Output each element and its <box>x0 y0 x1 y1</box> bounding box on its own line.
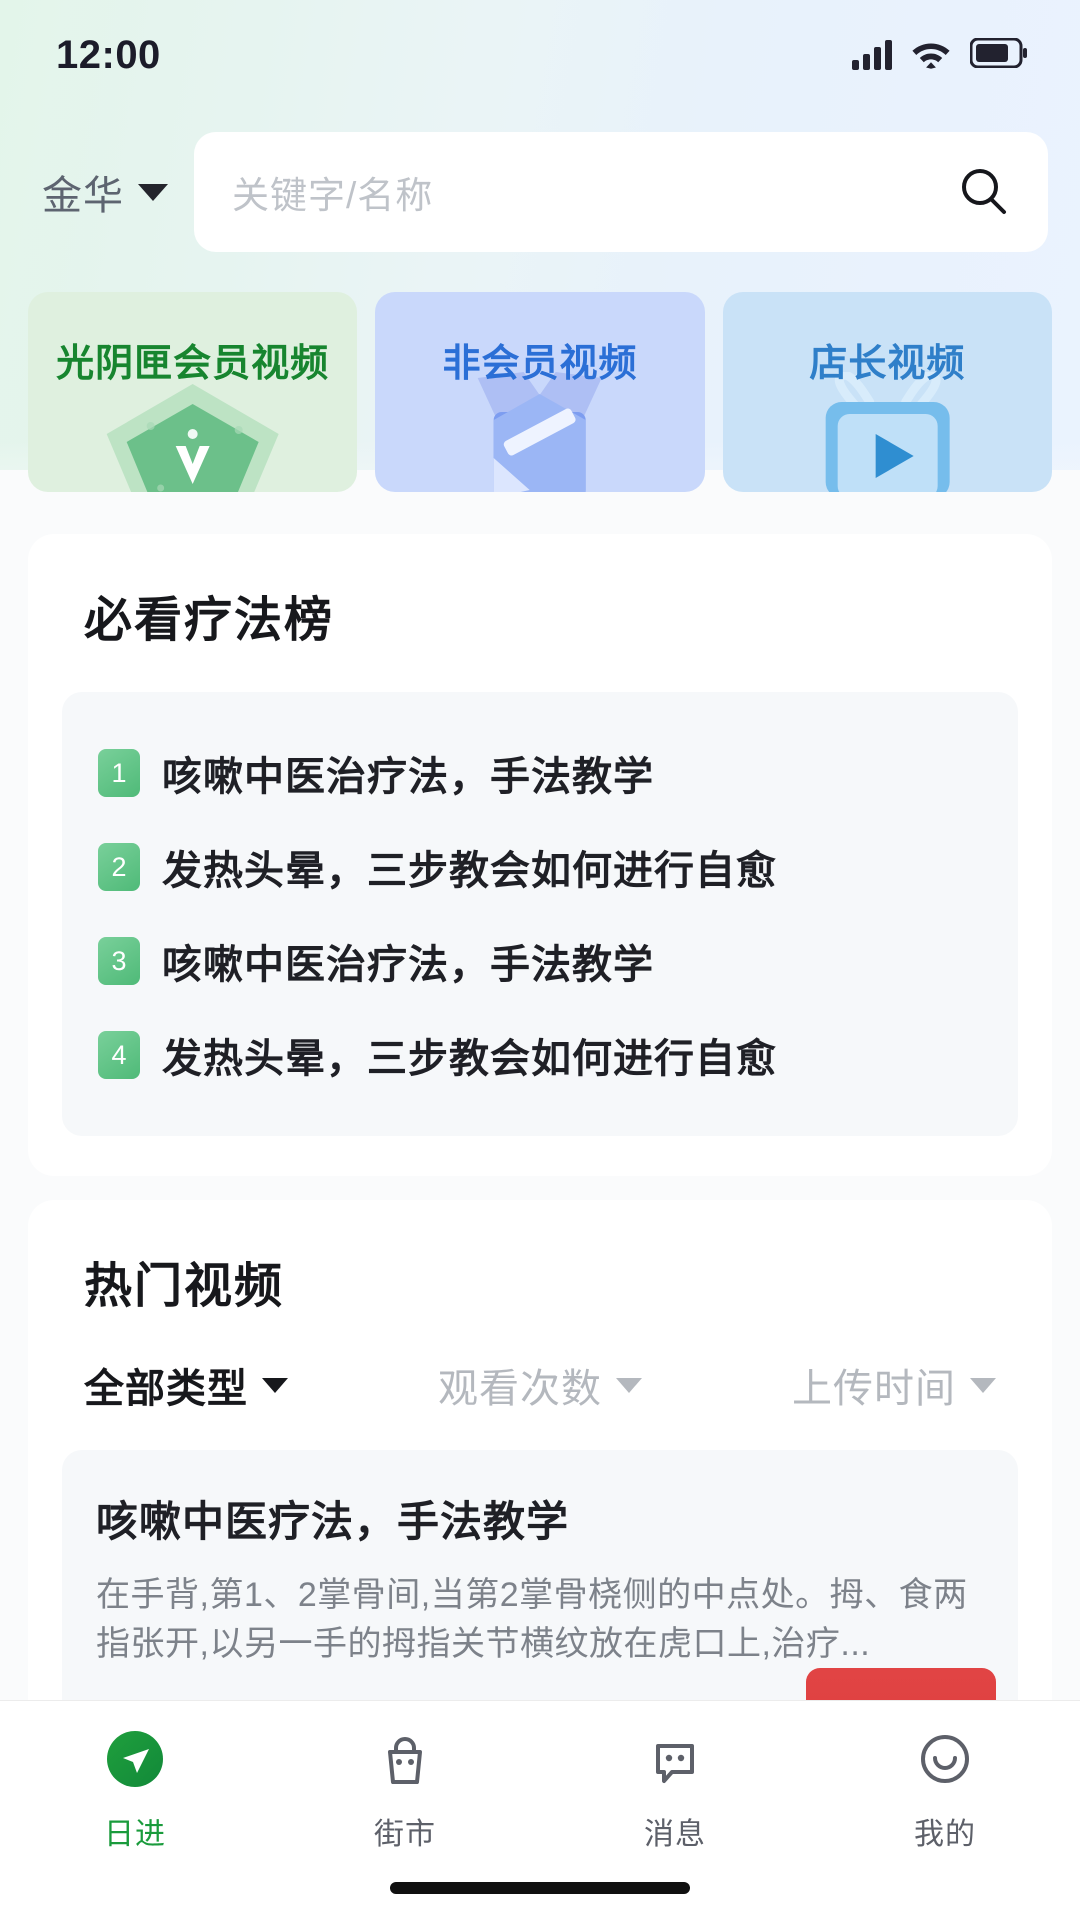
ranking-section-title: 必看疗法榜 <box>84 594 335 647</box>
video-description: 在手背,第1、2掌骨间,当第2掌骨桡侧的中点处。拇、食两指张开,以另一手的拇指关… <box>96 1576 968 1664</box>
ranking-list: 1 咳嗽中医治疗法，手法教学 2 发热头晕，三步教会如何进行自愈 3 咳嗽中医治… <box>62 692 1018 1136</box>
filter-upload-time[interactable]: 上传时间 <box>792 1356 996 1414</box>
rank-badge: 4 <box>98 1031 140 1079</box>
search-header: 金华 关键字/名称 <box>0 110 1080 252</box>
city-label: 金华 <box>42 174 124 218</box>
rank-item-label: 咳嗽中医治疗法，手法教学 <box>162 943 654 987</box>
list-item[interactable]: 2 发热头晕，三步教会如何进行自愈 <box>90 820 990 914</box>
chat-bubble-icon <box>644 1723 706 1795</box>
rank-badge: 3 <box>98 937 140 985</box>
list-item[interactable]: 3 咳嗽中医治疗法，手法教学 <box>90 914 990 1008</box>
status-time: 12:00 <box>56 32 161 77</box>
tab-label: 日进 <box>104 1818 166 1851</box>
filter-label: 全部类型 <box>84 1367 248 1411</box>
tab-label: 我的 <box>914 1818 976 1851</box>
app-screen: 12:00 金华 关键字/名称 光阴匣会员视频 非会员视频 店长视频 必看疗法榜… <box>0 0 1080 1920</box>
wifi-icon <box>910 37 952 74</box>
smiley-face-icon <box>914 1723 976 1795</box>
category-cards: 光阴匣会员视频 非会员视频 店长视频 <box>0 252 1080 492</box>
signal-icon <box>852 40 892 70</box>
video-filter-row: 全部类型 观看次数 上传时间 <box>62 1356 1018 1414</box>
category-label: 非会员视频 <box>442 343 638 385</box>
filter-label: 上传时间 <box>792 1367 956 1411</box>
status-bar: 12:00 <box>0 0 1080 110</box>
list-item[interactable]: 4 发热头晕，三步教会如何进行自愈 <box>90 1008 990 1102</box>
package-box-icon <box>477 372 602 492</box>
rank-badge: 1 <box>98 749 140 797</box>
home-indicator <box>390 1882 690 1894</box>
tab-xiaoxi[interactable]: 消息 <box>540 1723 810 1853</box>
tab-jieshi[interactable]: 街市 <box>270 1723 540 1853</box>
category-card-member-video[interactable]: 光阴匣会员视频 <box>28 292 358 492</box>
video-list-item[interactable]: 咳嗽中医疗法，手法教学 在手背,第1、2掌骨间,当第2掌骨桡侧的中点处。拇、食两… <box>62 1450 1018 1746</box>
hot-video-section: 热门视频 全部类型 观看次数 上传时间 咳嗽中医疗法，手法教学 在手背,第1、2… <box>28 1200 1052 1760</box>
list-item[interactable]: 1 咳嗽中医治疗法，手法教学 <box>90 726 990 820</box>
shield-badge-icon <box>106 384 279 492</box>
status-icons <box>852 37 1028 74</box>
filter-all-types[interactable]: 全部类型 <box>84 1356 288 1414</box>
video-title: 咳嗽中医疗法，手法教学 <box>96 1498 570 1545</box>
search-input[interactable]: 关键字/名称 <box>232 165 956 219</box>
search-icon[interactable] <box>956 164 1012 220</box>
rank-item-label: 发热头晕，三步教会如何进行自愈 <box>162 849 777 893</box>
tab-label: 街市 <box>374 1818 436 1851</box>
navigation-arrow-icon <box>103 1723 167 1795</box>
rank-item-label: 发热头晕，三步教会如何进行自愈 <box>162 1037 777 1081</box>
chevron-down-icon <box>616 1377 642 1393</box>
ranking-section: 必看疗法榜 1 咳嗽中医治疗法，手法教学 2 发热头晕，三步教会如何进行自愈 3… <box>28 534 1052 1176</box>
filter-label: 观看次数 <box>438 1367 602 1411</box>
filter-view-count[interactable]: 观看次数 <box>288 1356 792 1414</box>
chevron-down-icon <box>262 1377 288 1393</box>
category-card-nonmember-video[interactable]: 非会员视频 <box>375 292 705 492</box>
category-card-manager-video[interactable]: 店长视频 <box>722 292 1052 492</box>
category-label: 店长视频 <box>809 343 966 385</box>
chevron-down-icon <box>138 183 168 201</box>
city-selector[interactable]: 金华 <box>36 163 174 221</box>
tab-rijin[interactable]: 日进 <box>0 1723 270 1853</box>
tab-label: 消息 <box>644 1818 706 1851</box>
battery-icon <box>969 37 1028 73</box>
rank-badge: 2 <box>98 843 140 891</box>
chevron-down-icon <box>970 1377 996 1393</box>
tab-wode[interactable]: 我的 <box>810 1723 1080 1853</box>
shopping-bag-icon <box>374 1723 436 1795</box>
search-box[interactable]: 关键字/名称 <box>194 132 1048 252</box>
hot-video-section-title: 热门视频 <box>84 1260 285 1313</box>
tv-play-icon <box>825 372 950 492</box>
rank-item-label: 咳嗽中医治疗法，手法教学 <box>162 755 654 799</box>
category-label: 光阴匣会员视频 <box>56 343 330 385</box>
